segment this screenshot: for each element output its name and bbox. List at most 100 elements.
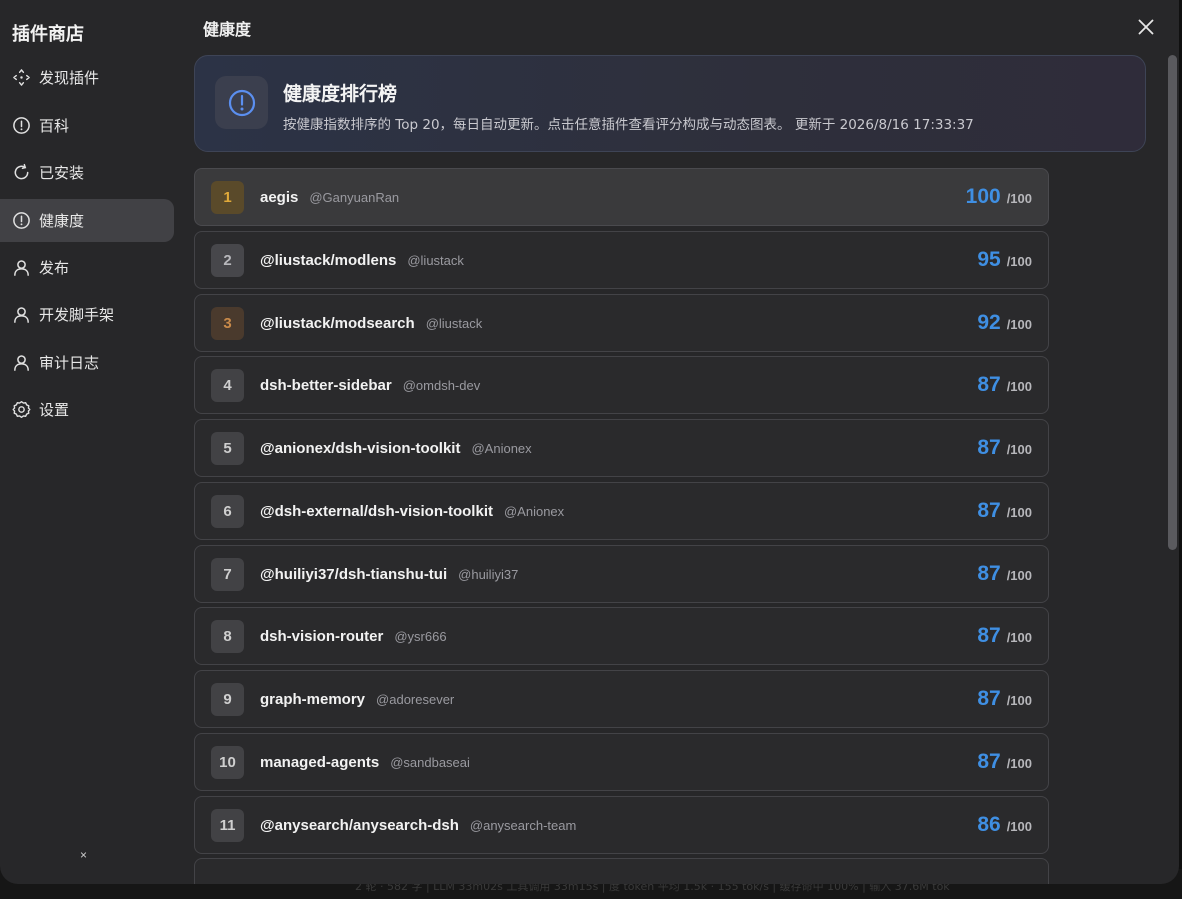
sidebar-item-settings[interactable]: 设置 bbox=[0, 388, 174, 431]
plugin-name: @dsh-external/dsh-vision-toolkit @Anionex bbox=[260, 503, 564, 520]
ranking-row[interactable]: 6 @dsh-external/dsh-vision-toolkit @Anion… bbox=[194, 482, 1049, 540]
plugin-name: dsh-vision-router @ysr666 bbox=[260, 628, 447, 645]
health-score: 87/100 bbox=[977, 562, 1032, 586]
plugin-name: @liustack/modlens @liustack bbox=[260, 252, 464, 269]
sidebar-item-discover[interactable]: 发现插件 bbox=[0, 56, 174, 99]
plugin-name: @anysearch/anysearch-dsh @anysearch-team bbox=[260, 817, 576, 834]
info-circle-icon bbox=[11, 211, 31, 231]
score-value: 87 bbox=[977, 750, 1001, 773]
rank-badge: 3 bbox=[211, 306, 244, 340]
health-score: 87/100 bbox=[977, 373, 1032, 397]
plugin-name-text: @anysearch/anysearch-dsh bbox=[260, 816, 459, 834]
plugin-name: @anionex/dsh-vision-toolkit @Anionex bbox=[260, 440, 532, 457]
rank-badge: 8 bbox=[211, 619, 244, 653]
ranking-row[interactable]: 4 dsh-better-sidebar @omdsh-dev 87/100 bbox=[194, 356, 1049, 414]
user-icon bbox=[11, 258, 31, 278]
rank-badge: 9 bbox=[211, 682, 244, 716]
sidebar-item-health[interactable]: 健康度 bbox=[0, 199, 174, 242]
plugin-author: @Anionex bbox=[471, 440, 532, 456]
ranking-row[interactable]: 1 aegis @GanyuanRan 100/100 bbox=[194, 168, 1049, 226]
plugin-author: @liustack bbox=[425, 315, 483, 331]
plugin-name-text: @huiliyi37/dsh-tianshu-tui bbox=[260, 565, 448, 583]
sidebar-item-scaffold[interactable]: 开发脚手架 bbox=[0, 293, 174, 336]
sidebar-item-label: 审计日志 bbox=[39, 354, 100, 372]
score-value: 87 bbox=[977, 687, 1001, 710]
score-value: 87 bbox=[977, 499, 1001, 522]
score-value: 86 bbox=[977, 813, 1001, 836]
plugin-author: @GanyuanRan bbox=[309, 189, 400, 205]
close-button[interactable] bbox=[1134, 15, 1158, 39]
plugin-author: @liustack bbox=[407, 252, 464, 268]
plugin-name-text: @liustack/modsearch bbox=[260, 314, 415, 332]
plugin-name: @liustack/modsearch @liustack bbox=[260, 315, 482, 332]
plugin-name: @huiliyi37/dsh-tianshu-tui @huiliyi37 bbox=[260, 566, 518, 583]
score-max: /100 bbox=[1006, 505, 1032, 520]
rank-badge: 6 bbox=[211, 494, 244, 528]
plugin-name: managed-agents @sandbaseai bbox=[260, 754, 470, 771]
sidebar-item-label: 健康度 bbox=[39, 212, 85, 230]
sidebar-item-label: 百科 bbox=[39, 117, 70, 135]
sidebar-item-publish[interactable]: 发布 bbox=[0, 246, 174, 289]
ranking-row[interactable]: 5 @anionex/dsh-vision-toolkit @Anionex 87… bbox=[194, 419, 1049, 477]
score-max: /100 bbox=[1006, 254, 1032, 269]
plugin-author: @adoresever bbox=[376, 691, 455, 707]
rank-badge: 11 bbox=[211, 808, 244, 842]
info-circle-icon bbox=[215, 76, 268, 129]
score-max: /100 bbox=[1006, 693, 1032, 708]
sidebar-item-installed[interactable]: 已安装 bbox=[0, 151, 174, 194]
health-score: 87/100 bbox=[977, 624, 1032, 648]
health-score: 87/100 bbox=[977, 750, 1032, 774]
plugin-name-text: dsh-vision-router bbox=[260, 627, 384, 645]
plugin-name-text: @dsh-external/dsh-vision-toolkit bbox=[260, 502, 493, 520]
banner-description: 按健康指数排序的 Top 20，每日自动更新。点击任意插件查看评分构成与动态图表… bbox=[283, 117, 974, 133]
score-max: /100 bbox=[1006, 191, 1032, 206]
refresh-icon bbox=[11, 163, 31, 183]
plugin-author: @sandbaseai bbox=[390, 754, 470, 770]
health-score: 86/100 bbox=[977, 813, 1032, 837]
health-score: 87/100 bbox=[977, 436, 1032, 460]
score-max: /100 bbox=[1006, 568, 1032, 583]
rank-badge: 7 bbox=[211, 557, 244, 591]
score-value: 87 bbox=[977, 562, 1001, 585]
plugin-name-text: dsh-better-sidebar bbox=[260, 376, 392, 394]
health-score: 95/100 bbox=[977, 248, 1032, 272]
rank-badge: 4 bbox=[211, 368, 244, 402]
sidebar-item-label: 已安装 bbox=[39, 164, 85, 182]
sidebar-item-audit-log[interactable]: 审计日志 bbox=[0, 341, 174, 384]
health-score: 87/100 bbox=[977, 687, 1032, 711]
user-icon bbox=[11, 305, 31, 325]
score-value: 100 bbox=[965, 185, 1001, 208]
plugin-author: @Anionex bbox=[503, 503, 565, 519]
score-value: 87 bbox=[977, 436, 1001, 459]
user-icon bbox=[11, 353, 31, 373]
health-score: 100/100 bbox=[966, 185, 1032, 209]
plugin-author: @huiliyi37 bbox=[458, 566, 519, 582]
score-value: 87 bbox=[977, 373, 1001, 396]
plugin-name-text: graph-memory bbox=[260, 690, 366, 708]
health-score: 92/100 bbox=[977, 311, 1032, 335]
plugin-name: aegis @GanyuanRan bbox=[260, 189, 399, 206]
rank-badge: 2 bbox=[211, 243, 244, 277]
ranking-row[interactable]: 8 dsh-vision-router @ysr666 87/100 bbox=[194, 607, 1049, 665]
ranking-row-partial[interactable] bbox=[194, 858, 1049, 884]
plugin-store-modal: 插件商店 发现插件 百科 已安装 健康度 发布 开发脚手架 审计日志 设置 × … bbox=[0, 0, 1179, 884]
plugin-name-text: @anionex/dsh-vision-toolkit bbox=[260, 439, 461, 457]
plugin-author: @anysearch-team bbox=[469, 817, 577, 833]
score-max: /100 bbox=[1006, 442, 1032, 457]
scrollbar-thumb[interactable] bbox=[1168, 55, 1177, 550]
ranking-row[interactable]: 11 @anysearch/anysearch-dsh @anysearch-te… bbox=[194, 796, 1049, 854]
plugin-name: dsh-better-sidebar @omdsh-dev bbox=[260, 377, 480, 394]
plugin-name: graph-memory @adoresever bbox=[260, 691, 454, 708]
ranking-row[interactable]: 10 managed-agents @sandbaseai 87/100 bbox=[194, 733, 1049, 791]
sidebar-collapse-button[interactable]: × bbox=[80, 848, 87, 862]
gear-icon bbox=[11, 400, 31, 420]
ranking-row[interactable]: 2 @liustack/modlens @liustack 95/100 bbox=[194, 231, 1049, 289]
ranking-row[interactable]: 3 @liustack/modsearch @liustack 92/100 bbox=[194, 294, 1049, 352]
health-score: 87/100 bbox=[977, 499, 1032, 523]
score-max: /100 bbox=[1006, 819, 1032, 834]
ranking-row[interactable]: 9 graph-memory @adoresever 87/100 bbox=[194, 670, 1049, 728]
ranking-row[interactable]: 7 @huiliyi37/dsh-tianshu-tui @huiliyi37 8… bbox=[194, 545, 1049, 603]
plugin-name-text: managed-agents bbox=[260, 753, 380, 771]
sidebar-item-wiki[interactable]: 百科 bbox=[0, 104, 174, 147]
store-title: 插件商店 bbox=[12, 24, 84, 45]
